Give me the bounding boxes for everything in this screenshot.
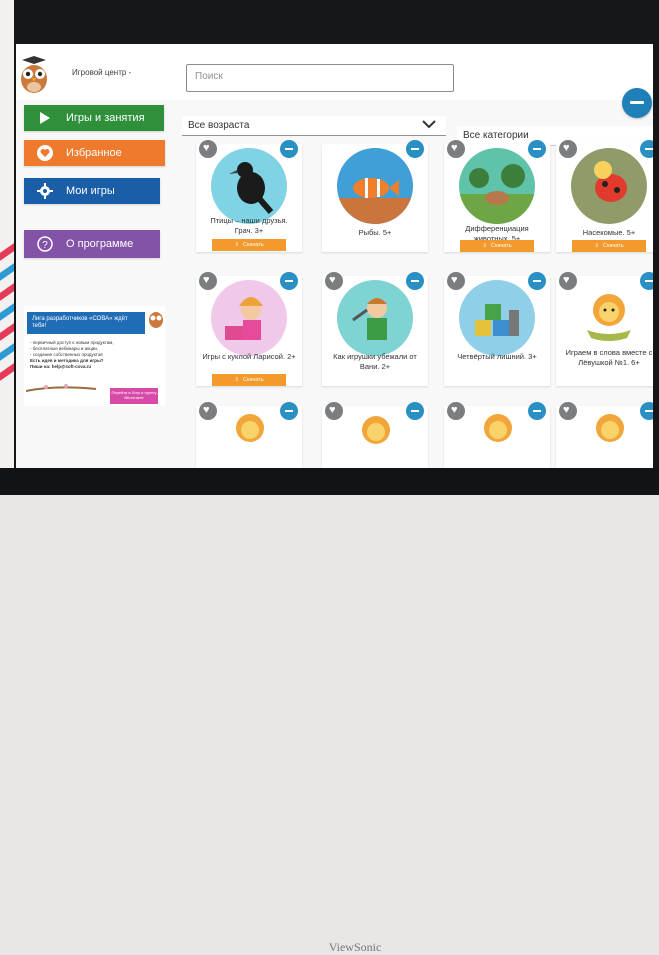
add-circle-icon[interactable]	[406, 272, 424, 290]
nav-favorites-label: Избранное	[66, 147, 122, 159]
doll-icon	[211, 280, 287, 356]
age-filter-dropdown[interactable]: Все возраста	[182, 116, 446, 136]
add-circle-icon[interactable]	[280, 402, 298, 420]
favorite-heart-icon[interactable]	[559, 402, 577, 420]
favorite-heart-icon[interactable]	[447, 402, 465, 420]
card-title: Играем в слова вместе с Лёвушкой №1. 6+	[565, 348, 653, 367]
game-card[interactable]: Птицы – наши друзья. Грач. 3+ ⇩Скачать	[196, 140, 302, 252]
gear-icon	[36, 183, 54, 199]
favorite-heart-icon[interactable]	[559, 272, 577, 290]
svg-text:?: ?	[42, 240, 48, 251]
add-circle-icon[interactable]	[528, 402, 546, 420]
favorite-heart-icon[interactable]	[559, 140, 577, 158]
favorite-heart-icon[interactable]	[199, 140, 217, 158]
card-title: Насекомые. 5+	[582, 228, 636, 237]
download-button[interactable]: ⇩ Скачать	[212, 374, 286, 386]
play-icon	[36, 112, 54, 124]
crow-icon	[211, 148, 287, 224]
ladybug-icon	[571, 148, 647, 224]
game-card[interactable]: Четвёртый лишний. 3+	[444, 272, 550, 386]
favorite-heart-icon[interactable]	[199, 272, 217, 290]
favorite-heart-icon[interactable]	[325, 272, 343, 290]
lion-icon	[484, 414, 512, 442]
nav-about-button[interactable]: ? О программе	[24, 230, 160, 258]
add-circle-icon[interactable]	[280, 272, 298, 290]
card-title: Рыбы. 5+	[358, 228, 392, 237]
nav-games-button[interactable]: Игры и занятия	[24, 105, 164, 131]
add-circle-icon[interactable]	[406, 140, 424, 158]
owl-logo-icon	[21, 56, 47, 93]
monitor-brand-logo: ViewSonic	[328, 940, 382, 954]
app-title: Игровой центр -	[72, 68, 132, 77]
nav-my-games-button[interactable]: Мои игры	[24, 178, 160, 204]
download-icon: ⇩	[594, 243, 599, 249]
game-card-partial[interactable]	[556, 402, 653, 468]
add-circle-icon[interactable]	[280, 140, 298, 158]
add-circle-icon[interactable]	[528, 140, 546, 158]
card-title: Птицы – наши друзья. Грач. 3+	[210, 216, 288, 235]
game-card[interactable]: Играем в слова вместе с Лёвушкой №1. 6+	[556, 272, 653, 386]
download-icon: ⇩	[234, 377, 239, 383]
nav-favorites-button[interactable]: Избранное	[24, 140, 165, 166]
lion-icon	[571, 280, 647, 356]
card-title: Как игрушки убежали от Вани. 2+	[333, 352, 417, 371]
game-card-partial[interactable]	[322, 402, 428, 468]
lion-icon	[362, 416, 390, 444]
promo-banner[interactable]: Лига разработчиков «СОВА» ждёт тебя! - п…	[24, 306, 165, 406]
favorite-heart-icon[interactable]	[447, 140, 465, 158]
download-button[interactable]: ⇩ Скачать	[212, 239, 286, 251]
blocks-icon	[459, 280, 535, 356]
promo-headline: Лига разработчиков «СОВА» ждёт тебя!	[27, 312, 145, 334]
boy-icon	[337, 280, 413, 356]
game-card[interactable]: Игры с куклой Ларисой. 2+ ⇩Скачать	[196, 272, 302, 386]
add-circle-icon[interactable]	[640, 140, 653, 158]
nav-about-label: О программе	[66, 238, 134, 250]
game-card[interactable]: Рыбы. 5+	[322, 140, 428, 252]
monitor-bezel: ViewSonic	[0, 468, 659, 954]
card-title: Четвёртый лишний. 3+	[457, 352, 537, 361]
download-button[interactable]: ⇩ Скачать	[460, 240, 534, 252]
owl-icon	[149, 312, 163, 328]
top-bar: Игровой центр - Поиск	[16, 44, 653, 100]
add-circle-icon[interactable]	[406, 402, 424, 420]
lion-icon	[596, 414, 624, 442]
heart-icon	[36, 145, 54, 161]
lion-icon	[236, 414, 264, 442]
background-wall	[0, 0, 14, 495]
category-filter-dropdown[interactable]: Все категории	[457, 126, 653, 146]
menu-minus-button[interactable]	[622, 88, 652, 118]
game-card[interactable]: Насекомые. 5+ ⇩Скачать	[556, 140, 653, 252]
fish-icon	[337, 148, 413, 224]
game-card[interactable]: Как игрушки убежали от Вани. 2+	[322, 272, 428, 386]
branch-illustration	[26, 384, 96, 392]
favorite-heart-icon[interactable]	[199, 402, 217, 420]
promo-text: - первичный доступ к новым продуктам, - …	[30, 340, 114, 369]
promo-join-button[interactable]: Перейти в Лигу и группу ВКонтакте	[110, 388, 158, 404]
age-filter-value: Все возраста	[188, 120, 250, 131]
download-icon: ⇩	[234, 242, 239, 248]
download-button[interactable]: ⇩ Скачать	[572, 240, 646, 252]
animals-icon	[459, 148, 535, 224]
search-input[interactable]: Поиск	[186, 64, 454, 92]
nav-games-label: Игры и занятия	[66, 112, 145, 124]
add-circle-icon[interactable]	[640, 272, 653, 290]
question-icon: ?	[36, 236, 54, 252]
app-screen: Игровой центр - Поиск Игры и занятия Изб…	[16, 44, 653, 468]
game-card[interactable]: Дифференциация животных. 5+ ⇩Скачать	[444, 140, 550, 252]
category-filter-value: Все категории	[463, 130, 529, 141]
chevron-down-icon	[422, 120, 436, 129]
favorite-heart-icon[interactable]	[325, 402, 343, 420]
game-card-partial[interactable]	[196, 402, 302, 468]
card-title: Игры с куклой Ларисой. 2+	[202, 352, 296, 361]
download-icon: ⇩	[482, 243, 487, 249]
add-circle-icon[interactable]	[640, 402, 653, 420]
game-card-partial[interactable]	[444, 402, 550, 468]
nav-my-games-label: Мои игры	[66, 185, 115, 197]
favorite-heart-icon[interactable]	[447, 272, 465, 290]
add-circle-icon[interactable]	[528, 272, 546, 290]
